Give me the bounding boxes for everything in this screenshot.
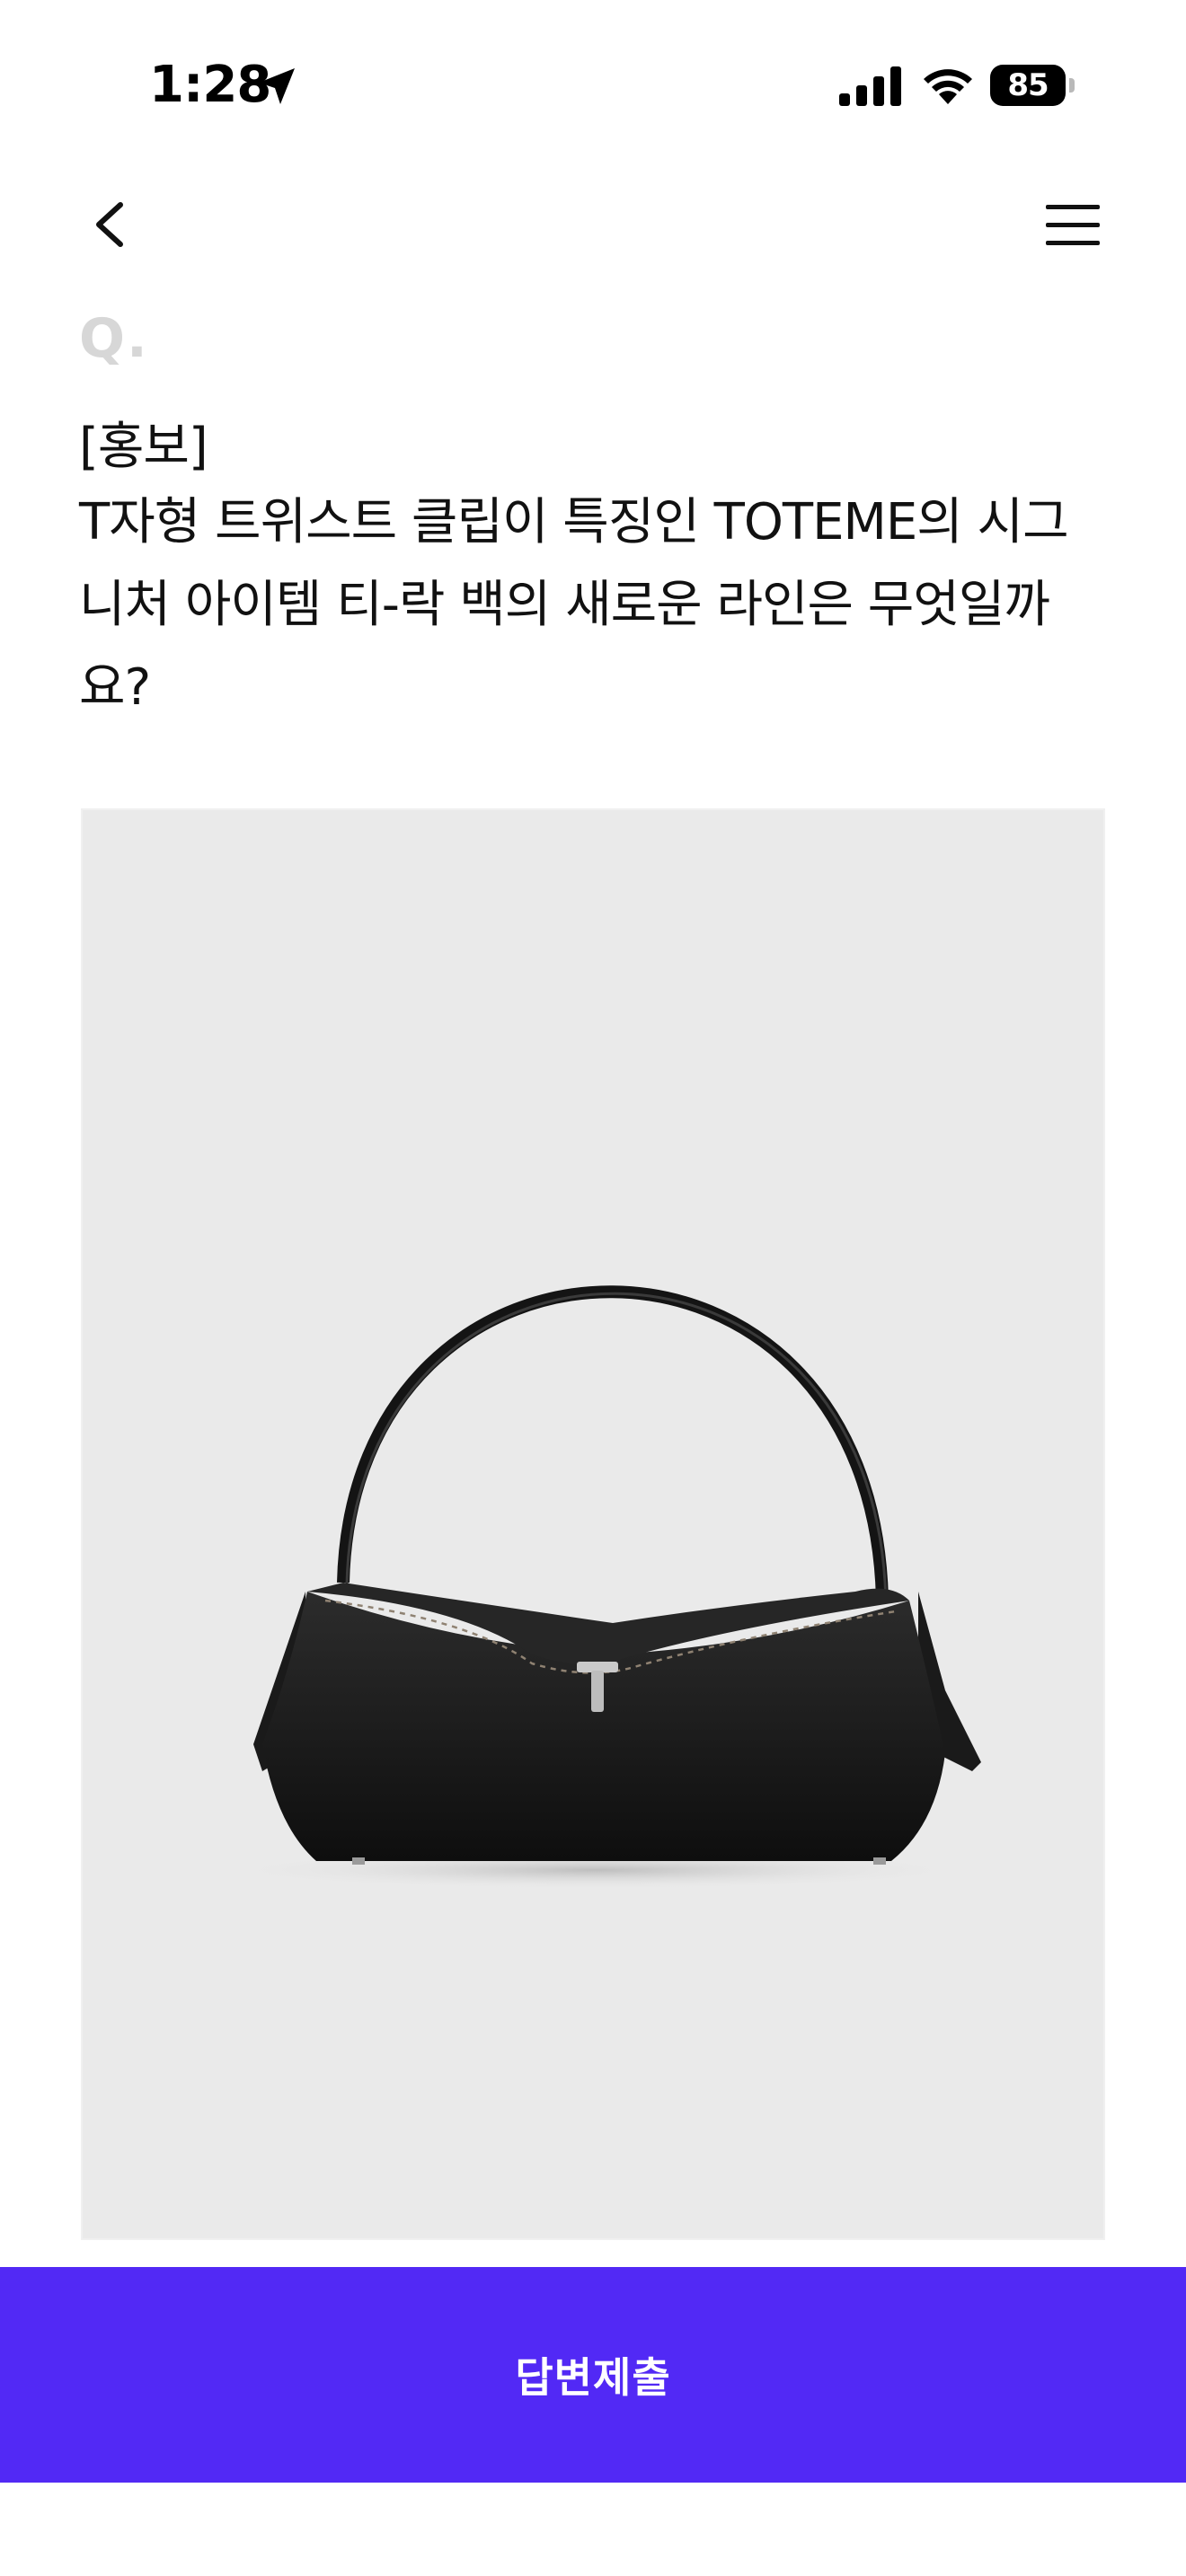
question-label: Q. (79, 307, 149, 370)
battery-icon: 85 (990, 65, 1076, 106)
location-arrow-icon (259, 68, 295, 104)
chevron-left-icon (96, 202, 123, 247)
menu-button[interactable] (1033, 192, 1105, 257)
back-button[interactable] (81, 189, 144, 260)
product-image (81, 808, 1105, 2240)
handbag-illustration (217, 1285, 981, 1890)
cellular-signal-icon (839, 66, 901, 106)
wifi-icon (924, 69, 972, 104)
status-time: 1:28 (149, 56, 271, 114)
hamburger-menu-icon (1046, 205, 1100, 245)
status-bar: 1:28 85 (0, 0, 1186, 171)
question-text: T자형 트위스트 클립이 특징인 TOTEME의 시그니처 아이템 티-락 백의… (79, 493, 1069, 717)
question-tag: [홍보] (79, 418, 208, 476)
submit-answer-button[interactable]: 답변제출 (0, 2267, 1186, 2483)
battery-level: 85 (1007, 67, 1049, 103)
